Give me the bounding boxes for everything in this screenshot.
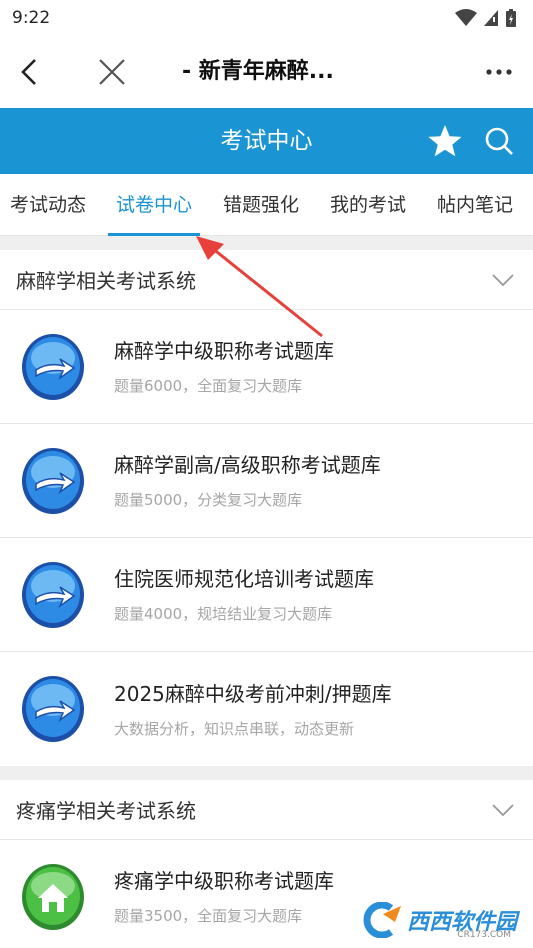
title-bar: - 新青年麻醉... bbox=[0, 36, 533, 108]
section-header[interactable]: 疼痛学相关考试系统 bbox=[0, 780, 533, 840]
list-item[interactable]: 麻醉学副高/高级职称考试题库 题量5000，分类复习大题库 bbox=[0, 424, 533, 538]
section-header[interactable]: 麻醉学相关考试系统 bbox=[0, 250, 533, 310]
chevron-down-icon[interactable] bbox=[489, 796, 517, 824]
search-icon bbox=[485, 127, 513, 155]
watermark-url: CR173.COM bbox=[457, 930, 511, 940]
close-button[interactable] bbox=[84, 44, 140, 100]
home-icon bbox=[22, 863, 84, 930]
chevron-down-icon[interactable] bbox=[489, 266, 517, 294]
section-anesthesiology: 麻醉学相关考试系统 麻醉学中级职称考试题库 题量6000，全面复习大题库 麻醉学… bbox=[0, 250, 533, 766]
tab-paper-center[interactable]: 试卷中心 bbox=[107, 174, 201, 236]
list-item[interactable]: 2025麻醉中级考前冲刺/押题库 大数据分析，知识点串联，动态更新 bbox=[0, 652, 533, 766]
list-item[interactable]: 麻醉学中级职称考试题库 题量6000，全面复习大题库 bbox=[0, 310, 533, 424]
exam-center-header: 考试中心 bbox=[0, 108, 533, 174]
status-time: 9:22 bbox=[12, 8, 51, 28]
item-text: 疼痛学中级职称考试题库 题量3500，全面复习大题库 bbox=[114, 867, 334, 926]
battery-icon bbox=[506, 9, 516, 27]
back-arrow-icon bbox=[21, 59, 36, 85]
item-subtitle: 题量3500，全面复习大题库 bbox=[114, 907, 303, 925]
item-title: 住院医师规范化培训考试题库 bbox=[114, 567, 374, 591]
tab-my-exams[interactable]: 我的考试 bbox=[330, 174, 406, 236]
tab-mistakes[interactable]: 错题强化 bbox=[223, 174, 299, 236]
status-bar: 9:22 bbox=[0, 0, 533, 36]
star-icon bbox=[428, 125, 462, 157]
item-title: 疼痛学中级职称考试题库 bbox=[114, 869, 334, 893]
status-icons bbox=[455, 8, 517, 28]
tab-bar: 考试动态 试卷中心 错题强化 我的考试 帖内笔记 bbox=[0, 174, 533, 236]
item-subtitle: 题量6000，全面复习大题库 bbox=[114, 377, 303, 395]
item-text: 麻醉学中级职称考试题库 题量6000，全面复习大题库 bbox=[114, 337, 334, 396]
wifi-icon bbox=[455, 9, 477, 26]
item-title: 2025麻醉中级考前冲刺/押题库 bbox=[114, 681, 392, 706]
arrow-icon bbox=[22, 561, 84, 628]
watermark-logo-icon bbox=[363, 902, 401, 938]
item-subtitle: 题量5000，分类复习大题库 bbox=[114, 491, 303, 509]
item-subtitle: 题量4000，规培结业复习大题库 bbox=[114, 605, 333, 623]
arrow-icon bbox=[22, 447, 84, 514]
watermark: 西西软件园 CR173.COM bbox=[361, 902, 517, 940]
arrow-icon bbox=[22, 676, 84, 742]
search-button[interactable] bbox=[480, 123, 518, 159]
favorite-button[interactable] bbox=[426, 123, 464, 159]
item-title: 麻醉学副高/高级职称考试题库 bbox=[114, 453, 381, 477]
item-text: 2025麻醉中级考前冲刺/押题库 大数据分析，知识点串联，动态更新 bbox=[114, 680, 392, 739]
tab-notes[interactable]: 帖内笔记 bbox=[437, 174, 513, 236]
back-button[interactable] bbox=[2, 44, 58, 100]
list-item[interactable]: 住院医师规范化培训考试题库 题量4000，规培结业复习大题库 bbox=[0, 538, 533, 652]
more-icon bbox=[486, 69, 512, 75]
close-icon bbox=[99, 59, 125, 85]
signal-icon bbox=[484, 10, 498, 26]
tab-exam-news[interactable]: 考试动态 bbox=[10, 174, 86, 236]
section-title: 疼痛学相关考试系统 bbox=[16, 799, 196, 823]
item-text: 麻醉学副高/高级职称考试题库 题量5000，分类复习大题库 bbox=[114, 451, 381, 510]
more-button[interactable] bbox=[479, 52, 519, 92]
page-title: - 新青年麻醉... bbox=[182, 59, 334, 84]
arrow-icon bbox=[22, 333, 84, 400]
section-title: 麻醉学相关考试系统 bbox=[16, 269, 196, 293]
item-subtitle: 大数据分析，知识点串联，动态更新 bbox=[114, 719, 355, 738]
item-text: 住院医师规范化培训考试题库 题量4000，规培结业复习大题库 bbox=[114, 565, 374, 624]
item-title: 麻醉学中级职称考试题库 bbox=[114, 339, 334, 363]
